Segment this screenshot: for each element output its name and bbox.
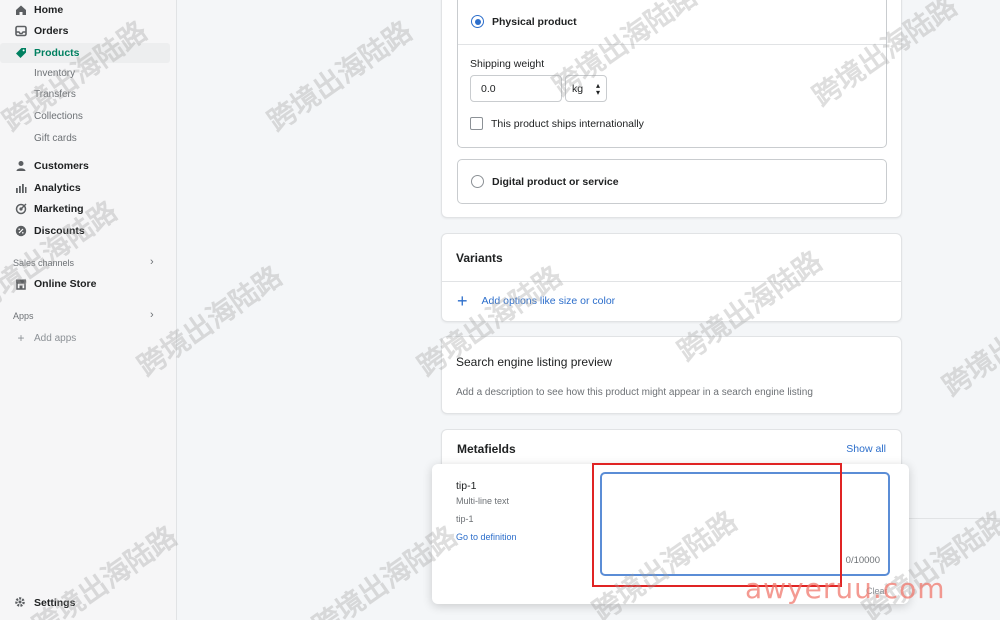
select-arrows-icon: ▴ ▾ [595,80,600,97]
gear-icon [14,596,28,610]
shipping-weight-label: Shipping weight [470,58,545,70]
shipping-weight-value: 0.0 [481,82,496,95]
chevron-right-icon[interactable]: › [150,309,154,321]
sidebar-item-orders[interactable]: Orders [0,21,170,41]
add-options-label: Add options like size or color [481,295,616,307]
seo-preview-card: Search engine listing preview Add a desc… [441,336,902,414]
sales-channels-heading: Sales channels [13,258,75,268]
settings-button[interactable]: Settings [14,596,75,610]
sidebar-item-marketing[interactable]: Marketing [0,199,170,219]
orders-icon [14,24,28,38]
brand-watermark: awyeruu.com [745,572,946,605]
digital-product-radio[interactable]: Digital product or service [471,175,619,188]
metafield-name: tip-1 [456,480,477,492]
shipping-card: Physical product Shipping weight 0.0 kg … [441,0,902,218]
plus-icon: + [457,291,468,311]
sidebar-item-home[interactable]: Home [0,0,170,20]
metafield-key: tip-1 [456,514,474,524]
digital-product-label: Digital product or service [492,175,619,188]
store-icon [14,277,28,291]
discount-icon [14,224,28,238]
radio-checked-icon[interactable] [471,15,484,28]
weight-unit-select[interactable]: kg ▴ ▾ [565,75,607,102]
sidebar-subitem-collections[interactable]: Collections [34,111,83,122]
sidebar-item-label: Home [34,4,64,16]
sidebar-item-products[interactable]: Products [0,43,170,63]
divider [442,281,901,282]
add-apps-label: Add apps [34,332,77,344]
sidebar-item-label: Customers [34,160,89,172]
sidebar: Home Orders Products Inventory Transfers… [0,0,177,620]
divider [458,44,886,45]
ships-internationally-checkbox-row[interactable]: This product ships internationally [470,117,644,130]
sidebar-item-label: Analytics [34,182,81,194]
sidebar-item-analytics[interactable]: Analytics [0,178,170,198]
sidebar-item-label: Orders [34,25,69,37]
sidebar-item-label: Products [34,47,80,59]
person-icon [14,159,28,173]
sidebar-item-label: Marketing [34,203,84,215]
ships-internationally-label: This product ships internationally [491,117,644,130]
shipping-weight-input[interactable]: 0.0 [470,75,562,102]
chevron-right-icon[interactable]: › [150,256,154,268]
watermark: 跨境出海陆路 [261,14,419,138]
metafield-type: Multi-line text [456,496,510,506]
show-all-link[interactable]: Show all [846,443,886,455]
add-options-button[interactable]: + Add options like size or color [457,291,616,311]
sidebar-subitem-inventory[interactable]: Inventory [34,68,75,79]
go-to-definition-link[interactable]: Go to definition [456,532,517,542]
physical-product-radio[interactable]: Physical product [471,15,577,28]
sidebar-item-label: Online Store [34,278,97,290]
variants-card: Variants + Add options like size or colo… [441,233,902,322]
home-icon [14,3,28,17]
sidebar-subitem-transfers[interactable]: Transfers [34,89,76,100]
plus-icon: + [17,331,25,345]
add-apps-button[interactable]: + Add apps [14,331,76,345]
settings-label: Settings [34,597,76,609]
watermark: 跨境出海陆路 [936,279,1000,403]
character-counter: 0/10000 [845,555,880,566]
sidebar-item-label: Discounts [34,225,85,237]
sidebar-item-customers[interactable]: Customers [0,156,170,176]
highlight-annotation-box [592,463,842,587]
sidebar-item-online-store[interactable]: Online Store [0,274,170,294]
seo-title: Search engine listing preview [456,355,613,369]
metafields-title: Metafields [457,442,516,456]
seo-description: Add a description to see how this produc… [456,387,813,398]
bar-chart-icon [14,181,28,195]
divider [902,518,1000,519]
sidebar-item-discounts[interactable]: Discounts [0,221,170,241]
physical-product-label: Physical product [492,15,577,28]
radio-unchecked-icon[interactable] [471,175,484,188]
apps-heading: Apps [13,311,34,321]
ships-internationally-checkbox[interactable] [470,117,483,130]
weight-unit-value: kg [572,82,584,95]
variants-title: Variants [456,251,503,265]
tag-icon [14,46,28,60]
sidebar-subitem-gift-cards[interactable]: Gift cards [34,133,77,144]
target-icon [14,202,28,216]
